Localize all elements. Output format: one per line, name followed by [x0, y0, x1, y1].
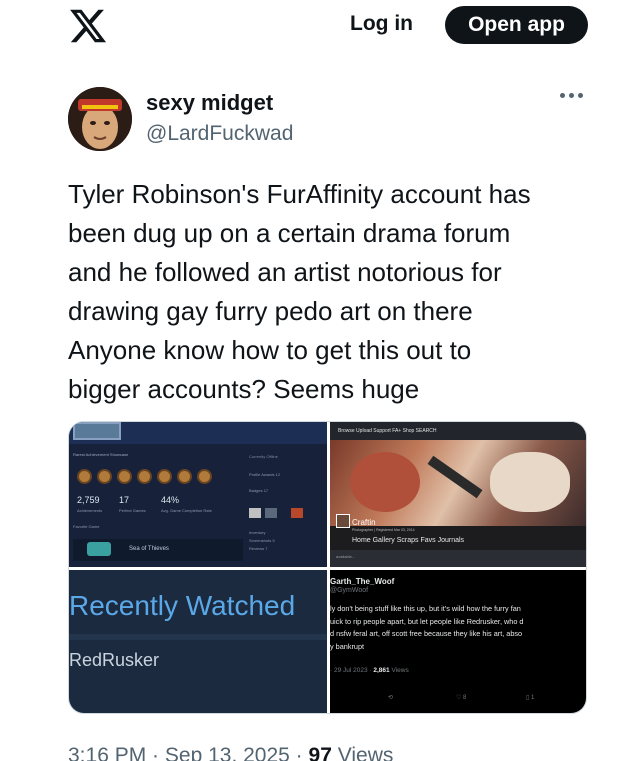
media-furaffinity-profile[interactable]: Browse Upload Support FA+ Shop SEARCH Cr…: [330, 422, 586, 567]
watched-name: RedRusker: [69, 650, 160, 670]
badge-icon: [249, 508, 261, 518]
author-handle[interactable]: @LardFuckwad: [146, 122, 293, 146]
stat-achievements-value: 2,759: [77, 495, 100, 505]
stat-completion-value: 44%: [161, 495, 180, 505]
fa-subtitle: Photographer | Registered Mar 03, 2014: [352, 528, 415, 532]
badge-icon: [265, 508, 277, 518]
fa-footer: available...: [330, 550, 586, 567]
media-steam-profile[interactable]: Rarest Achievement Showcase Currently Of…: [69, 422, 327, 567]
login-link[interactable]: Log in: [350, 12, 413, 36]
recently-watched-title: Recently Watched: [69, 590, 296, 621]
profile-thumbnail: [73, 422, 121, 440]
stat-perfect-value: 17: [119, 495, 130, 505]
favorite-game-label: Favorite Game: [73, 524, 100, 529]
media-grid[interactable]: Rarest Achievement Showcase Currently Of…: [68, 421, 587, 714]
tweet-timestamp[interactable]: 3:16 PM · Sep 13, 2025 · 97 Views: [68, 744, 393, 761]
stat-achievements-label: Achievements: [77, 508, 103, 513]
game-icon: [87, 542, 111, 556]
quoted-text: ly don't being stuff like this up, but i…: [330, 604, 524, 651]
achievement-icon: [157, 469, 172, 484]
quoted-display-name: Garth_The_Woof: [330, 577, 395, 586]
media-recently-watched[interactable]: Recently Watched RedRusker: [69, 570, 327, 713]
author-display-name[interactable]: sexy midget: [146, 90, 273, 116]
like-icon: ♡ 8: [456, 695, 467, 701]
achievement-icon: [97, 469, 112, 484]
status-label: Currently Offline: [249, 454, 278, 459]
achievement-icon: [117, 469, 132, 484]
profile-awards-label: Profile Awards 12: [249, 472, 281, 477]
achievement-badges: [77, 469, 212, 484]
avatar[interactable]: [68, 87, 132, 151]
open-app-button[interactable]: Open app: [445, 6, 588, 44]
showcase-label: Rarest Achievement Showcase: [73, 452, 129, 457]
fa-avatar: [336, 514, 350, 528]
divider: [69, 634, 327, 640]
stat-completion-label: Avg. Game Completion Rate: [161, 508, 212, 513]
media-quoted-post[interactable]: Garth_The_Woof @GymWoof ly don't being s…: [330, 570, 586, 713]
fa-nav: Browse Upload Support FA+ Shop SEARCH: [330, 422, 586, 440]
achievement-icon: [137, 469, 152, 484]
screenshots-label: Screenshots 9: [249, 538, 275, 543]
quoted-handle: @GymWoof: [330, 587, 369, 594]
art-figure-left: [350, 452, 420, 512]
badges-label: Badges 17: [249, 488, 269, 493]
top-bar: Log in Open app: [0, 0, 640, 52]
favorite-game-name: Sea of Thieves: [129, 546, 169, 552]
retweet-icon: ⟲: [388, 695, 394, 701]
inventory-label: Inventory: [249, 530, 266, 535]
achievement-icon: [197, 469, 212, 484]
achievement-icon: [77, 469, 92, 484]
bookmark-icon: ▯ 1: [526, 695, 535, 701]
tweet-text: Tyler Robinson's FurAffinity account has…: [68, 179, 531, 404]
stat-perfect-label: Perfect Games: [119, 508, 146, 513]
quoted-meta: · 29 Jul 2023 · 2,861 Views: [330, 667, 409, 674]
fa-username: Craftin: [352, 518, 376, 527]
reviews-label: Reviews 7: [249, 546, 268, 551]
art-figure-right: [490, 452, 570, 512]
x-logo-icon[interactable]: [68, 6, 108, 46]
achievement-icon: [177, 469, 192, 484]
more-dots-icon[interactable]: [560, 88, 586, 102]
fa-tabs: Home Gallery Scraps Favs Journals: [352, 537, 465, 544]
badge-icon: [291, 508, 303, 518]
